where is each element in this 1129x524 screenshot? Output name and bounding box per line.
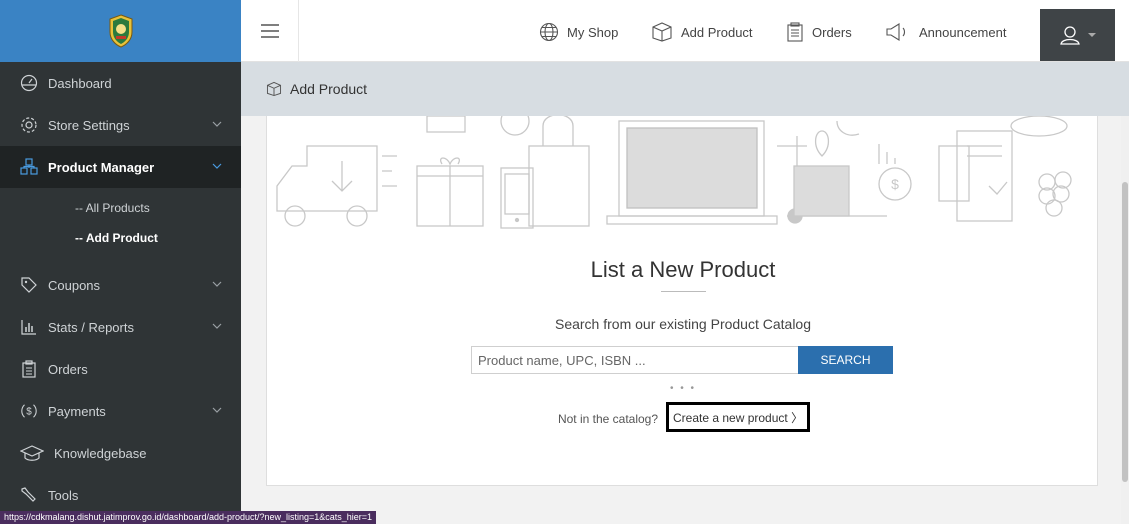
chevron-down-icon (212, 323, 222, 329)
section-headline: List a New Product (590, 257, 776, 282)
sidebar-item-label: Product Manager (48, 159, 155, 175)
sidebar-item-product-manager[interactable]: Product Manager (0, 146, 241, 188)
chevron-down-icon (212, 281, 222, 287)
svg-text:$: $ (891, 176, 899, 192)
chevron-down-icon (212, 121, 222, 127)
clipboard-icon (20, 360, 38, 378)
add-product-label: Add Product (681, 24, 753, 40)
clipboard-icon (787, 22, 803, 42)
my-shop-link[interactable]: My Shop (539, 22, 618, 42)
headline-divider (661, 291, 706, 292)
catalog-search-input[interactable] (471, 346, 799, 374)
sidebar-item-label: Orders (48, 361, 88, 377)
add-product-card: $ List a New Product Search from our exi… (266, 116, 1098, 486)
menu-toggle-button[interactable] (241, 0, 299, 62)
globe-icon (539, 22, 559, 42)
bar-chart-icon (20, 318, 38, 336)
product-manager-icon (20, 158, 38, 176)
wrench-icon (20, 486, 38, 504)
box-icon (652, 22, 672, 42)
announcement-link[interactable]: Announcement (885, 22, 1006, 42)
sidebar-item-label: Payments (48, 403, 106, 419)
sidebar-item-payments[interactable]: $ Payments (0, 390, 241, 432)
box-icon (266, 81, 282, 97)
megaphone-icon (886, 23, 906, 41)
page-header: Add Product (241, 62, 1129, 116)
sidebar-subitem-all-products[interactable]: -- All Products (75, 201, 150, 215)
sidebar-item-dashboard[interactable]: Dashboard (0, 62, 241, 104)
gear-icon (20, 116, 38, 134)
chevron-down-icon (212, 407, 222, 413)
user-icon (1059, 26, 1080, 45)
orders-link[interactable]: Orders (786, 22, 852, 42)
sidebar: Dashboard Store Settings Product Manager… (0, 0, 241, 524)
sidebar-item-label: Coupons (48, 277, 101, 293)
sidebar-item-orders[interactable]: Orders (0, 348, 241, 390)
not-in-catalog-text: Not in the catalog? (557, 412, 659, 426)
sidebar-item-label: Dashboard (48, 75, 112, 91)
tag-icon (20, 276, 38, 294)
user-menu-button[interactable] (1040, 9, 1115, 61)
create-new-product-link[interactable]: Create a new product 〉 (666, 402, 810, 432)
shopping-illustration: $ (276, 116, 1072, 229)
dashboard-icon (20, 74, 38, 92)
sidebar-item-store-settings[interactable]: Store Settings (0, 104, 241, 146)
caret-down-icon (1087, 33, 1096, 37)
announcement-label: Announcement (919, 24, 1007, 40)
divider-dots: • • • (669, 383, 697, 394)
orders-label: Orders (812, 24, 852, 40)
hamburger-icon (260, 24, 279, 38)
sidebar-item-label: Store Settings (48, 117, 130, 133)
sidebar-item-label: Knowledgebase (54, 445, 147, 461)
sidebar-item-knowledgebase[interactable]: Knowledgebase (0, 432, 241, 474)
search-button[interactable]: SEARCH (798, 346, 893, 374)
my-shop-label: My Shop (567, 24, 619, 40)
sidebar-item-tools[interactable]: Tools (0, 474, 241, 516)
logo-area[interactable] (0, 0, 241, 62)
status-bar-url: https://cdkmalang.dishut.jatimprov.go.id… (0, 511, 377, 524)
province-emblem-logo (109, 14, 132, 48)
dollar-circle-icon: $ (20, 402, 38, 420)
add-product-link[interactable]: Add Product (651, 22, 753, 42)
graduation-cap-icon (20, 444, 44, 462)
chevron-down-icon (212, 163, 222, 169)
sidebar-item-label: Tools (48, 487, 79, 503)
sidebar-subitem-add-product[interactable]: -- Add Product (75, 231, 158, 245)
page-title: Add Product (290, 81, 368, 97)
svg-text:$: $ (26, 407, 32, 418)
sidebar-item-label: Stats / Reports (48, 319, 134, 335)
app-root: Dashboard Store Settings Product Manager… (0, 0, 1129, 524)
sidebar-item-stats-reports[interactable]: Stats / Reports (0, 306, 241, 348)
sidebar-item-coupons[interactable]: Coupons (0, 264, 241, 306)
scrollbar-thumb[interactable] (1122, 182, 1128, 482)
catalog-search-subtitle: Search from our existing Product Catalog (554, 316, 811, 332)
top-navbar: My Shop Add Product Orders Announcement (241, 0, 1129, 62)
